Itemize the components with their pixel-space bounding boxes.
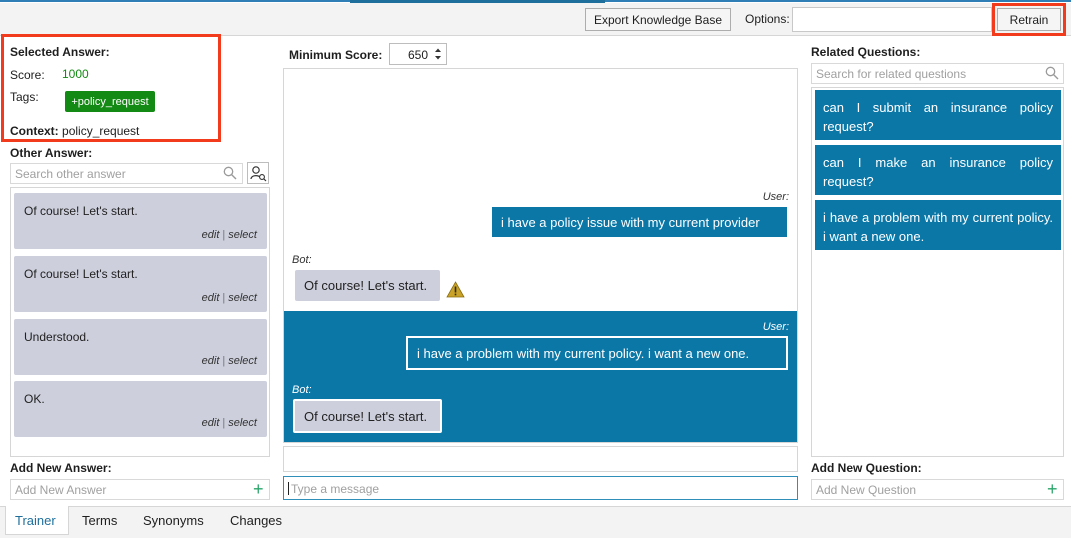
search-other-answer-input[interactable]: Search other answer	[10, 163, 243, 184]
related-question-card[interactable]: can I make an insurance policy request?	[815, 145, 1061, 195]
search-other-answer-placeholder: Search other answer	[15, 166, 126, 181]
minimum-score-label: Minimum Score:	[289, 48, 383, 62]
user-label: User:	[762, 321, 789, 333]
related-questions-list	[811, 87, 1064, 457]
select-link[interactable]: select	[228, 417, 257, 429]
tab-synonyms[interactable]: Synonyms	[143, 513, 204, 528]
score-value: 1000	[62, 67, 89, 81]
link-separator: |	[222, 229, 226, 241]
add-answer-plus-icon[interactable]: +	[253, 480, 264, 498]
select-link[interactable]: select	[228, 292, 257, 304]
bot-label: Bot:	[292, 384, 312, 396]
tags-label: Tags:	[10, 90, 39, 104]
tab-trainer-label: Trainer	[15, 513, 56, 528]
user-message-bubble[interactable]: i have a problem with my current policy.…	[406, 336, 788, 370]
answer-card[interactable]: Of course! Let's start. edit | select	[14, 193, 267, 249]
bot-message-bubble[interactable]: Of course! Let's start.	[295, 270, 440, 301]
user-message-bubble[interactable]: i have a policy issue with my current pr…	[492, 207, 787, 237]
search-related-questions-placeholder: Search for related questions	[816, 66, 967, 81]
edit-link[interactable]: edit	[202, 292, 220, 304]
chat-status-strip	[283, 446, 798, 472]
warning-icon[interactable]	[446, 281, 465, 298]
add-new-question-input[interactable]: Add New Question	[811, 479, 1064, 500]
user-label: User:	[762, 191, 789, 203]
add-question-plus-icon[interactable]: +	[1047, 480, 1058, 498]
tag-badge[interactable]: +policy_request	[65, 91, 155, 112]
add-new-answer-input[interactable]: Add New Answer	[10, 479, 270, 500]
score-label: Score:	[10, 68, 45, 82]
add-new-question-heading: Add New Question:	[811, 461, 922, 475]
related-question-card[interactable]: can I submit an insurance policy request…	[815, 90, 1061, 140]
bot-message-bubble[interactable]: Of course! Let's start.	[293, 399, 442, 433]
message-input-placeholder: Type a message	[291, 482, 380, 496]
context-value: policy_request	[62, 124, 140, 138]
answer-text: Of course! Let's start.	[24, 267, 138, 281]
answer-card[interactable]: OK. edit | select	[14, 381, 267, 437]
link-separator: |	[222, 417, 226, 429]
search-icon[interactable]	[1045, 66, 1059, 80]
view-answer-search-button[interactable]	[247, 162, 269, 184]
add-new-answer-placeholder: Add New Answer	[15, 482, 107, 497]
other-answer-heading: Other Answer:	[10, 146, 93, 160]
bot-label: Bot:	[292, 254, 312, 266]
link-separator: |	[222, 355, 226, 367]
text-caret	[288, 482, 289, 495]
related-question-card[interactable]: i have a problem with my current policy.…	[815, 200, 1061, 250]
minimum-score-spinner[interactable]: 650	[389, 43, 447, 65]
minimum-score-value: 650	[408, 48, 429, 62]
select-link[interactable]: select	[228, 229, 257, 241]
answer-card[interactable]: Of course! Let's start. edit | select	[14, 256, 267, 312]
user-search-icon	[250, 166, 267, 182]
answer-card[interactable]: Understood. edit | select	[14, 319, 267, 375]
answer-text: Understood.	[24, 330, 90, 344]
link-separator: |	[222, 292, 226, 304]
tab-changes[interactable]: Changes	[230, 513, 282, 528]
tab-terms[interactable]: Terms	[82, 513, 117, 528]
export-knowledge-base-button[interactable]: Export Knowledge Base	[585, 8, 731, 31]
answer-text: Of course! Let's start.	[24, 204, 138, 218]
message-input[interactable]: Type a message	[283, 476, 798, 500]
related-questions-heading: Related Questions:	[811, 45, 921, 59]
tab-trainer[interactable]: Trainer	[5, 506, 69, 535]
options-label: Options:	[745, 12, 790, 26]
options-input[interactable]	[792, 7, 992, 32]
spinner-arrows-icon[interactable]	[433, 46, 443, 62]
search-related-questions-input[interactable]: Search for related questions	[811, 63, 1064, 84]
edit-link[interactable]: edit	[202, 417, 220, 429]
select-link[interactable]: select	[228, 355, 257, 367]
edit-link[interactable]: edit	[202, 229, 220, 241]
answer-text: OK.	[24, 392, 45, 406]
add-new-question-placeholder: Add New Question	[816, 482, 917, 497]
edit-link[interactable]: edit	[202, 355, 220, 367]
search-icon[interactable]	[223, 166, 237, 180]
retrain-button[interactable]: Retrain	[997, 8, 1061, 31]
add-new-answer-heading: Add New Answer:	[10, 461, 112, 475]
context-label: Context:	[10, 124, 59, 138]
selected-answer-heading: Selected Answer:	[10, 45, 110, 59]
